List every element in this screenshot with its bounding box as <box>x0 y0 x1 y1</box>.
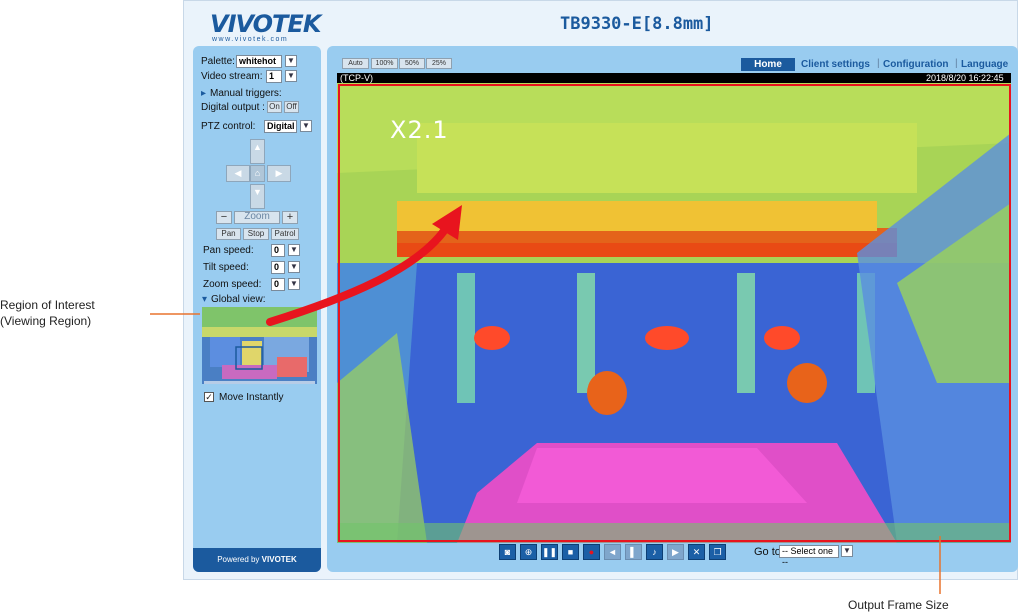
roi-annotation-line1: Region of Interest <box>0 298 95 312</box>
chevron-down-icon[interactable]: ▼ <box>300 120 312 132</box>
video-stream-select[interactable]: 1 <box>266 70 282 83</box>
tilt-down-button[interactable]: ▼ <box>250 184 265 209</box>
pan-button[interactable]: Pan <box>216 228 241 240</box>
palette-select[interactable]: whitehot <box>236 55 282 68</box>
nav-divider: | <box>955 58 958 69</box>
page-title: TB9330-E[8.8mm] <box>560 14 714 34</box>
tilt-speed-label: Tilt speed: <box>203 262 249 273</box>
home-icon[interactable]: ⌂ <box>250 165 265 182</box>
view-size-auto-button[interactable]: Auto <box>342 58 369 69</box>
zoom-label: Zoom <box>234 211 280 224</box>
tilt-up-button[interactable]: ▲ <box>250 139 265 164</box>
stop-button[interactable]: Stop <box>243 228 269 240</box>
pause-icon[interactable]: ❚❚ <box>541 544 558 560</box>
manual-triggers-label[interactable]: Manual triggers: <box>210 88 282 99</box>
move-instantly-label: Move Instantly <box>219 392 284 403</box>
mic-volume-icon[interactable]: ▶ <box>667 544 684 560</box>
patrol-button[interactable]: Patrol <box>271 228 299 240</box>
nav-divider: | <box>877 58 880 69</box>
chevron-down-icon[interactable]: ▼ <box>285 70 297 82</box>
output-frame-outline <box>338 84 1011 542</box>
move-instantly-checkbox[interactable]: ✓ <box>204 392 214 402</box>
chevron-down-icon[interactable]: ▼ <box>288 261 300 273</box>
stop-icon[interactable]: ■ <box>562 544 579 560</box>
fullscreen-icon[interactable]: ❐ <box>709 544 726 560</box>
zoom-in-button[interactable]: + <box>282 211 298 224</box>
goto-label: Go to <box>754 546 781 558</box>
view-size-100-button[interactable]: 100% <box>371 58 398 69</box>
pan-speed-label: Pan speed: <box>203 245 254 256</box>
volume-icon[interactable]: ◄ <box>604 544 621 560</box>
nav-configuration[interactable]: Configuration <box>883 58 949 70</box>
talk-icon[interactable]: ♪ <box>646 544 663 560</box>
view-size-25-button[interactable]: 25% <box>426 58 452 69</box>
chevron-down-icon[interactable]: ▼ <box>288 244 300 256</box>
snapshot-icon[interactable]: ◙ <box>499 544 516 560</box>
pan-left-button[interactable]: ◀ <box>226 165 250 182</box>
nav-client-settings[interactable]: Client settings <box>801 58 870 70</box>
ptz-control-label: PTZ control: <box>201 121 256 132</box>
chevron-down-icon[interactable]: ▼ <box>841 545 853 557</box>
nav-language[interactable]: Language <box>961 58 1008 70</box>
palette-label: Palette: <box>201 56 235 67</box>
mic-mute-icon[interactable]: ✕ <box>688 544 705 560</box>
tilt-speed-select[interactable]: 0 <box>271 261 285 274</box>
zoom-speed-select[interactable]: 0 <box>271 278 285 291</box>
zoom-factor-overlay: X2.1 <box>390 116 449 144</box>
roi-annotation: Region of Interest (Viewing Region) <box>0 297 95 329</box>
chevron-down-icon[interactable]: ▼ <box>285 55 297 67</box>
digital-zoom-icon[interactable]: ⊕ <box>520 544 537 560</box>
digital-output-off-button[interactable]: Off <box>284 101 299 113</box>
goto-select[interactable]: -- Select one -- <box>779 545 839 567</box>
digital-output-on-button[interactable]: On <box>267 101 282 113</box>
roi-annotation-line2: (Viewing Region) <box>0 314 92 328</box>
global-view-thumbnail[interactable] <box>202 307 317 384</box>
logo-url: www.vivotek.com <box>212 36 289 43</box>
powered-by-footer: Powered by VIVOTEK <box>193 548 321 572</box>
stream-protocol: (TCP-V) <box>340 73 373 83</box>
chevron-down-icon[interactable]: ▼ <box>288 278 300 290</box>
volume-bar-icon[interactable]: ▌ <box>625 544 642 560</box>
zoom-out-button[interactable]: − <box>216 211 232 224</box>
pan-speed-select[interactable]: 0 <box>271 244 285 257</box>
video-stream-label: Video stream: <box>201 71 263 82</box>
digital-output-label: Digital output : <box>201 102 265 113</box>
record-icon[interactable]: ● <box>583 544 600 560</box>
global-view-label[interactable]: Global view: <box>211 294 265 305</box>
nav-home[interactable]: Home <box>741 58 795 71</box>
collapse-arrow-icon[interactable]: ▾ <box>202 294 207 305</box>
ptz-control-select[interactable]: Digital <box>264 120 297 133</box>
zoom-speed-label: Zoom speed: <box>203 279 262 290</box>
view-size-50-button[interactable]: 50% <box>399 58 425 69</box>
pan-right-button[interactable]: ▶ <box>267 165 291 182</box>
stream-timestamp: 2018/8/20 16:22:45 <box>926 73 1004 83</box>
vivotek-logo: VIVOTEK <box>210 10 321 38</box>
expand-arrow-icon[interactable]: ▸ <box>201 88 206 99</box>
